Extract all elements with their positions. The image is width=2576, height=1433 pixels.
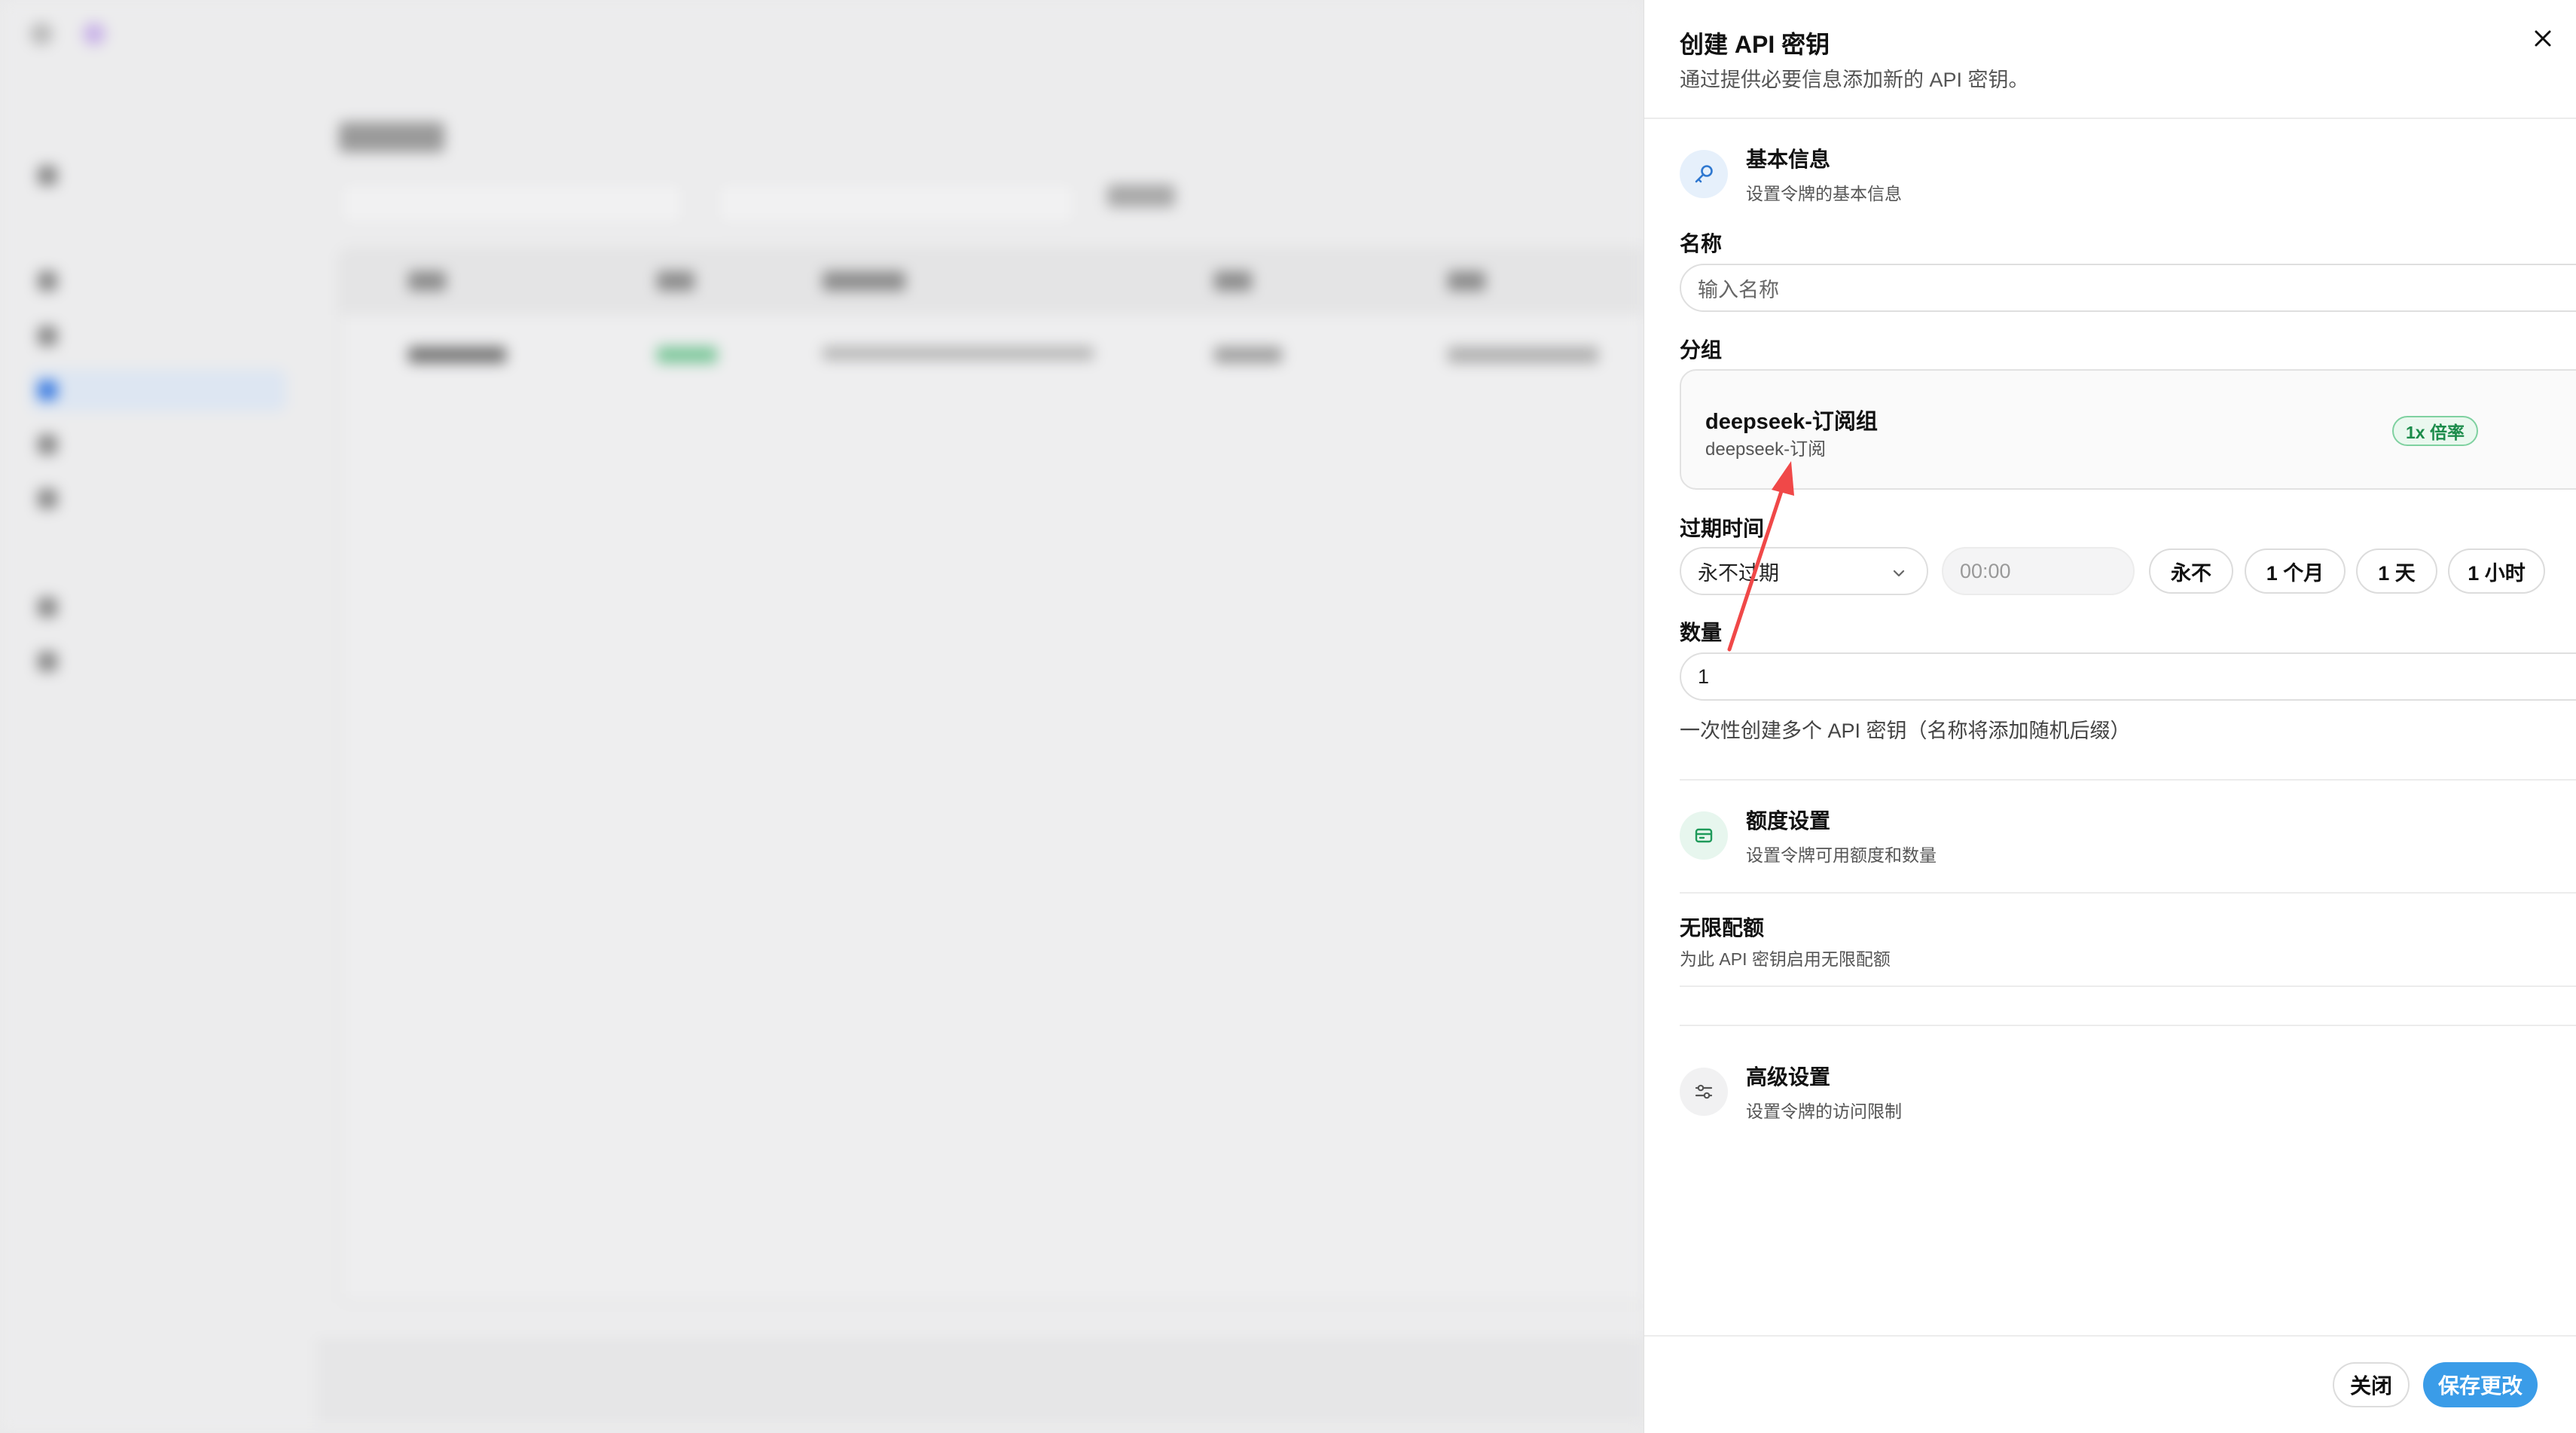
background-app-blurred (0, 0, 1644, 1433)
quota-title: 额度设置 (1746, 809, 1831, 833)
background-nav-item (30, 315, 286, 357)
name-input[interactable]: 输入名称 (1680, 264, 2576, 312)
wallet-icon (1680, 811, 1728, 860)
divider (1680, 892, 2576, 894)
dialog-title: 创建 API 密钥 (1680, 31, 1830, 58)
expiry-label: 过期时间 (1680, 517, 1765, 540)
dialog-footer: 关闭 保存更改 (1644, 1335, 2576, 1433)
expiry-never-button[interactable]: 永不 (2149, 548, 2233, 594)
divider (1680, 985, 2576, 987)
quantity-value: 1 (1698, 665, 1710, 688)
background-search-input (339, 181, 685, 226)
close-icon[interactable] (2527, 23, 2559, 54)
quantity-helper-text: 一次性创建多个 API 密钥（名称将添加随机后缀） (1680, 720, 2131, 742)
background-nav-item (30, 478, 286, 520)
group-selected-name: deepseek-订阅组 (1705, 410, 1878, 434)
unlimited-quota-title: 无限配额 (1680, 916, 1765, 940)
expiry-1-day-button[interactable]: 1 天 (2356, 548, 2437, 594)
advanced-title: 高级设置 (1746, 1065, 1831, 1089)
quota-section-header: 额度设置 设置令牌可用额度和数量 (1680, 805, 1937, 866)
dialog-subtitle: 通过提供必要信息添加新的 API 密钥。 (1680, 69, 2029, 91)
background-sidebar (0, 0, 309, 1433)
background-footer (316, 1341, 1644, 1424)
create-api-key-dialog: 创建 API 密钥 通过提供必要信息添加新的 API 密钥。 基本信息 设置令牌… (1644, 0, 2576, 1433)
quantity-label: 数量 (1680, 621, 1723, 644)
basic-info-desc: 设置令牌的基本信息 (1746, 184, 1902, 203)
expiry-time-placeholder: 00:00 (1960, 559, 2011, 582)
ratio-badge: 1x 倍率 (2392, 416, 2478, 446)
name-input-placeholder: 输入名称 (1698, 278, 1779, 301)
expiry-select[interactable]: 永不过期 (1680, 547, 1928, 595)
background-nav-item-active (30, 369, 286, 411)
basic-info-section-header: 基本信息 设置令牌的基本信息 (1680, 143, 1902, 205)
background-nav-item (30, 154, 286, 197)
background-table-header (340, 250, 1644, 315)
expiry-time-input[interactable]: 00:00 (1942, 547, 2135, 595)
quantity-input[interactable]: 1 (1680, 652, 2576, 701)
sliders-icon (1680, 1068, 1728, 1116)
group-label: 分组 (1680, 338, 1723, 362)
advanced-section-header[interactable]: 高级设置 设置令牌的访问限制 (1680, 1061, 1902, 1123)
close-button[interactable]: 关闭 (2333, 1362, 2410, 1407)
background-nav-item (30, 640, 286, 683)
chevron-down-icon (1891, 564, 1907, 587)
advanced-desc: 设置令牌的访问限制 (1746, 1101, 1902, 1121)
key-icon (1680, 150, 1728, 198)
divider (1680, 779, 2576, 781)
quota-desc: 设置令牌可用额度和数量 (1746, 845, 1937, 865)
background-nav-item (30, 586, 286, 628)
background-logo (30, 23, 105, 45)
background-search-button (1107, 185, 1175, 207)
background-table (339, 249, 1644, 1303)
unlimited-quota-desc: 为此 API 密钥启用无限配额 (1680, 949, 1891, 969)
save-button[interactable]: 保存更改 (2423, 1362, 2538, 1407)
background-page-title (339, 122, 444, 152)
dialog-header: 创建 API 密钥 通过提供必要信息添加新的 API 密钥。 (1644, 0, 2576, 119)
divider (1680, 1025, 2576, 1026)
expiry-1-hour-button[interactable]: 1 小时 (2448, 548, 2545, 594)
expiry-selected: 永不过期 (1698, 561, 1779, 585)
background-nav-item (30, 423, 286, 466)
group-select[interactable]: deepseek-订阅组 deepseek-订阅 1x 倍率 (1680, 369, 2576, 490)
expiry-1-month-button[interactable]: 1 个月 (2245, 548, 2346, 594)
basic-info-title: 基本信息 (1746, 148, 1831, 171)
name-label: 名称 (1680, 232, 1723, 255)
background-nav-item (30, 260, 286, 302)
background-main (316, 105, 1644, 1431)
background-search-input (716, 181, 1077, 226)
background-table-row (340, 325, 1644, 393)
group-selected-sub: deepseek-订阅 (1705, 439, 1827, 460)
